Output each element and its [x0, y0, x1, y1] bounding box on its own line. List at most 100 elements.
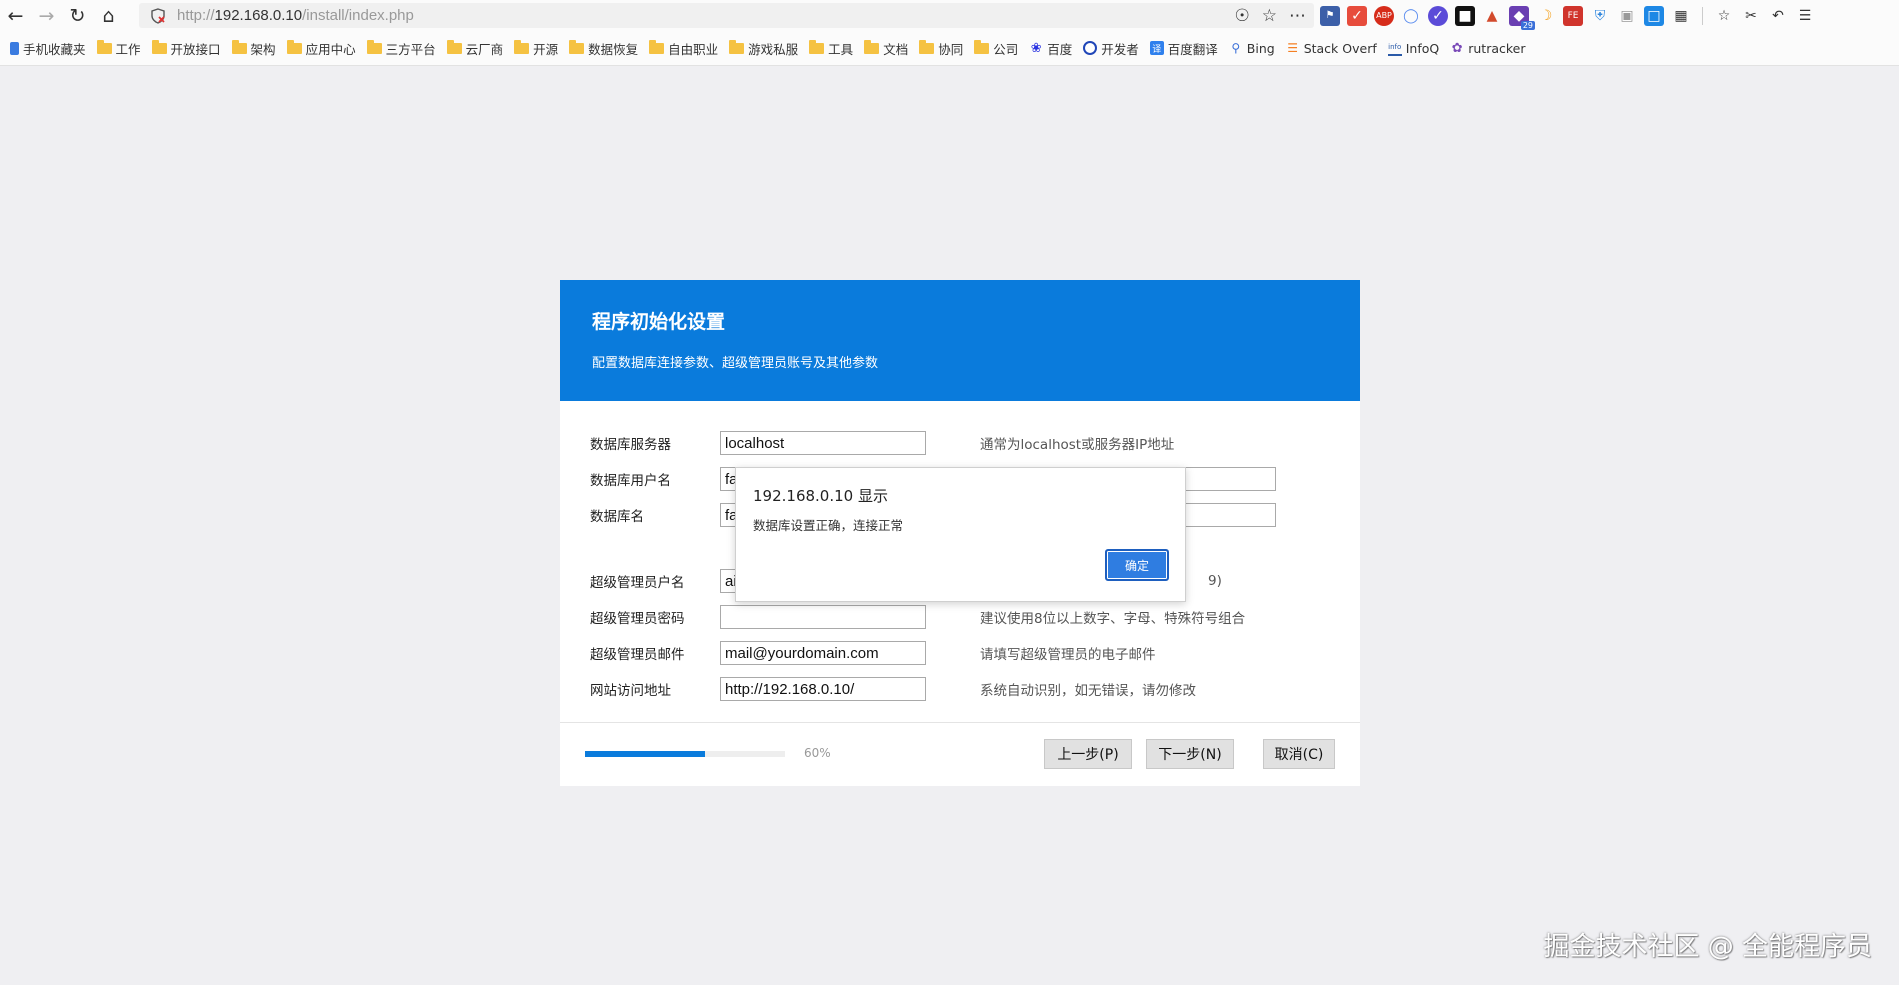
menu-icon[interactable]: ☰ [1795, 6, 1815, 26]
star-icon[interactable]: ☆ [1262, 6, 1277, 26]
red-extension-icon[interactable]: ✓ [1347, 5, 1367, 26]
tree-extension-icon[interactable]: ▲ [1482, 6, 1502, 26]
page-subtitle: 配置数据库连接参数、超级管理员账号及其他参数 [592, 356, 879, 371]
db-host-input[interactable] [720, 431, 926, 455]
bookmark-item[interactable]: info InfoQ [1387, 40, 1439, 56]
extensions-bar: ⚑ ✓ ABP ◯ ✓ ■ ▲ ◆ 29 ☽ FE ⛨ ▣ □ ▦ ☆ ✂ ↶ ☰ [1320, 0, 1815, 31]
moon-extension-icon[interactable]: ☽ [1536, 6, 1556, 26]
url-host: 192.168.0.10 [214, 7, 303, 24]
shield-extension-icon[interactable]: ⛨ [1590, 6, 1610, 26]
insecure-site-icon[interactable] [149, 7, 167, 25]
bookmark-folder[interactable]: 文档 [864, 39, 908, 58]
bookmark-folder[interactable]: 三方平台 [366, 39, 436, 58]
infoq-icon: info [1387, 40, 1402, 56]
circle-extension-icon[interactable]: ◯ [1401, 6, 1421, 26]
db-password-input[interactable] [1172, 467, 1276, 491]
progress-fill [585, 751, 705, 757]
bing-icon: ⚲ [1231, 41, 1241, 55]
folder-icon [569, 39, 585, 54]
next-button[interactable]: 下一步(N) [1146, 739, 1234, 769]
admin-email-input[interactable] [720, 641, 926, 665]
cancel-button[interactable]: 取消(C) [1263, 739, 1335, 769]
bookmark-folder[interactable]: 自由职业 [649, 39, 718, 58]
bookmark-label: 文档 [883, 41, 909, 57]
stackoverflow-icon: ☰ [1287, 41, 1299, 55]
bookmark-folder[interactable]: 开放接口 [151, 39, 221, 58]
bookmark-label: 工具 [828, 41, 854, 57]
bookmark-item[interactable]: 手机收藏夹 [10, 39, 86, 58]
bookmark-label: 云厂商 [465, 41, 504, 57]
apps-grid-icon[interactable]: ▦ [1671, 6, 1691, 26]
bookmark-item[interactable]: ⚲ Bing [1229, 40, 1275, 56]
extension-badge: 29 [1520, 20, 1535, 30]
compass-icon[interactable]: ☉ [1235, 6, 1250, 26]
folder-icon [446, 39, 462, 54]
rutracker-icon: ✿ [1451, 40, 1463, 56]
url-prefix: http:// [177, 7, 215, 24]
back-arrow-icon[interactable]: ← [0, 0, 31, 31]
bookmark-item[interactable]: ✿ rutracker [1450, 40, 1526, 56]
bookmark-item[interactable]: ❀ 百度 [1029, 39, 1072, 58]
bookmark-item[interactable]: 开发者 [1083, 39, 1139, 58]
bookmark-folder[interactable]: 数据恢复 [569, 39, 638, 58]
bookmark-folder[interactable]: 架构 [231, 39, 276, 58]
forward-arrow-icon[interactable]: → [31, 0, 62, 31]
fe-extension-icon[interactable]: FE [1563, 5, 1583, 26]
bookmark-item[interactable]: 译百度翻译 [1149, 39, 1218, 58]
bookmark-folder[interactable]: 协同 [919, 39, 963, 58]
undo-icon[interactable]: ↶ [1768, 6, 1788, 26]
url-text[interactable]: http://192.168.0.10/install/index.php [177, 7, 414, 24]
bookmark-folder[interactable]: 游戏私服 [729, 39, 798, 58]
browser-toolbar: ← → ↻ ⌂ http://192.168.0.10/install/inde… [0, 0, 1899, 31]
folder-icon [919, 39, 935, 54]
reload-icon[interactable]: ↻ [62, 0, 93, 31]
bookmark-folder[interactable]: 云厂商 [446, 39, 504, 58]
book-extension-icon[interactable]: □ [1644, 5, 1664, 26]
admin-email-label: 超级管理员邮件 [590, 647, 685, 663]
address-bar[interactable]: http://192.168.0.10/install/index.php ☉ … [139, 3, 1314, 28]
watermark: 掘金技术社区 @ 全能程序员 [1543, 932, 1872, 962]
progress-label: 60% [804, 746, 831, 760]
admin-password-input[interactable] [720, 605, 926, 629]
flag-extension-icon[interactable]: ⚑ [1320, 5, 1340, 26]
db-prefix-input[interactable] [1172, 503, 1276, 527]
form-row-db-host: 数据库服务器 通常为localhost或服务器IP地址 [590, 430, 1330, 456]
more-icon[interactable]: ⋯ [1289, 6, 1306, 26]
home-icon[interactable]: ⌂ [93, 0, 124, 31]
folder-icon [729, 39, 745, 54]
translate-icon: 译 [1149, 41, 1164, 55]
bookmark-label: 开放接口 [170, 41, 221, 57]
bookmark-folder[interactable]: 应用中心 [286, 39, 356, 58]
installer-header: 程序初始化设置 配置数据库连接参数、超级管理员账号及其他参数 [560, 280, 1360, 401]
tab-extension-icon[interactable]: ▣ [1617, 6, 1637, 26]
phone-icon [10, 41, 19, 55]
bookmark-item[interactable]: ☰ Stack Overf [1286, 40, 1377, 56]
bookmark-label: 开源 [533, 41, 559, 57]
scissors-icon[interactable]: ✂ [1741, 6, 1761, 26]
prev-button[interactable]: 上一步(P) [1044, 739, 1132, 769]
badge-extension-icon[interactable]: ◆ 29 [1509, 5, 1535, 30]
admin-password-hint: 建议使用8位以上数字、字母、特殊符号组合 [980, 611, 1246, 627]
bookmark-label: Stack Overf [1303, 40, 1377, 56]
bookmark-folder[interactable]: 工作 [96, 39, 141, 58]
bookmark-label: 自由职业 [668, 41, 719, 57]
bookmark-label: 三方平台 [385, 41, 436, 57]
bookmark-label: 开发者 [1101, 41, 1139, 57]
ghost-extension-icon[interactable]: ■ [1455, 5, 1475, 26]
db-name-label: 数据库名 [590, 509, 644, 525]
bookmark-folder[interactable]: 开源 [514, 39, 558, 58]
bookmark-label: Bing [1246, 40, 1275, 56]
check-extension-icon[interactable]: ✓ [1428, 5, 1448, 26]
toolbar-separator [1702, 6, 1703, 25]
bookmark-folder[interactable]: 工具 [809, 39, 853, 58]
site-url-input[interactable] [720, 677, 926, 701]
adblock-icon[interactable]: ABP [1374, 5, 1394, 26]
alert-dialog: 192.168.0.10 显示 数据库设置正确，连接正常 确定 [735, 467, 1186, 602]
alert-ok-button[interactable]: 确定 [1105, 549, 1169, 581]
bookmark-folder[interactable]: 公司 [974, 39, 1018, 58]
folder-icon [649, 39, 665, 54]
bookmark-label: 公司 [993, 41, 1019, 57]
favorites-list-icon[interactable]: ☆ [1714, 6, 1734, 26]
form-row-admin-email: 超级管理员邮件 请填写超级管理员的电子邮件 [590, 640, 1330, 666]
folder-icon [151, 39, 167, 54]
